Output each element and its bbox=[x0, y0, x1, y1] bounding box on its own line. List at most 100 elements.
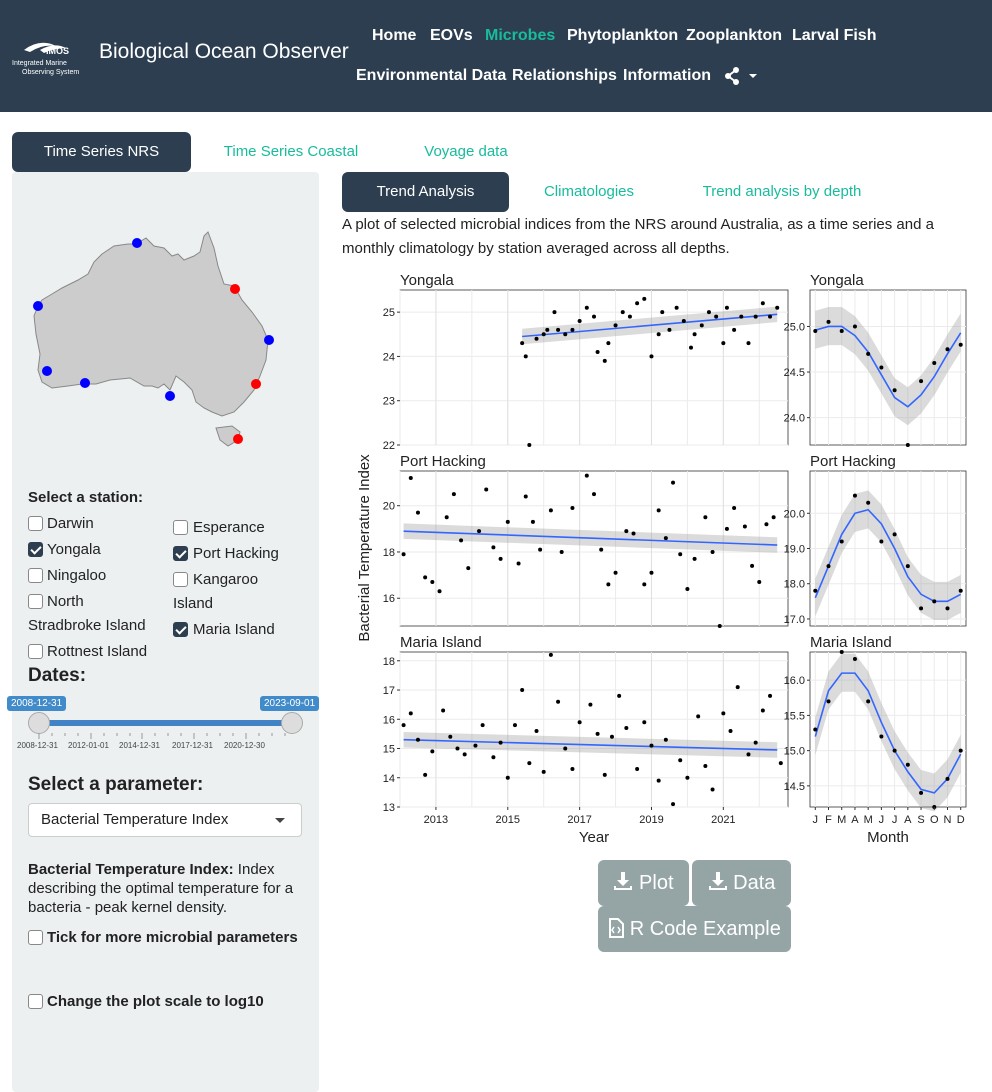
station-maria-island[interactable]: Maria Island bbox=[173, 618, 303, 642]
y-tick-label: 25 bbox=[383, 307, 395, 319]
data-point bbox=[606, 341, 611, 346]
date-slider-start-handle[interactable] bbox=[28, 712, 50, 734]
checkbox-darwin[interactable] bbox=[28, 516, 43, 531]
share-menu[interactable] bbox=[724, 66, 760, 86]
station-marker-port-hacking[interactable] bbox=[251, 379, 261, 389]
data-point bbox=[945, 606, 950, 611]
data-point bbox=[556, 327, 561, 332]
tab-climatologies[interactable]: Climatologies bbox=[530, 172, 648, 212]
data-point bbox=[919, 606, 924, 611]
slider-tick: 2017-12-31 bbox=[172, 741, 213, 750]
tab-trend-by-depth[interactable]: Trend analysis by depth bbox=[690, 172, 874, 212]
data-point bbox=[649, 354, 654, 359]
tab-trend-analysis[interactable]: Trend Analysis bbox=[342, 172, 509, 212]
date-slider-end-handle[interactable] bbox=[281, 712, 303, 734]
x-tick-label: O bbox=[930, 814, 939, 826]
station-marker-yongala[interactable] bbox=[230, 284, 240, 294]
data-point bbox=[826, 699, 831, 704]
brand-title[interactable]: Biological Ocean Observer bbox=[99, 40, 349, 64]
x-tick-label: D bbox=[957, 814, 965, 826]
data-point bbox=[696, 714, 701, 719]
station-name: Ningaloo bbox=[47, 567, 107, 584]
data-point bbox=[617, 693, 622, 698]
data-point bbox=[599, 547, 604, 552]
checkbox-more-parameters[interactable] bbox=[28, 930, 43, 945]
checkbox-log-scale[interactable] bbox=[28, 994, 43, 1009]
station-ningaloo[interactable]: Ningaloo bbox=[28, 564, 168, 588]
data-point bbox=[879, 539, 884, 544]
data-point bbox=[516, 561, 521, 566]
data-point bbox=[577, 319, 582, 323]
station-marker-maria-island[interactable] bbox=[233, 434, 243, 444]
station-marker-kangaroo-island[interactable] bbox=[165, 391, 175, 401]
parameter-select[interactable]: Bacterial Temperature Index bbox=[28, 803, 302, 837]
x-tick-label: 2021 bbox=[711, 814, 735, 826]
data-point bbox=[563, 332, 568, 337]
checkbox-maria-island[interactable] bbox=[173, 622, 188, 637]
checkbox-north-stradbroke[interactable] bbox=[28, 594, 43, 609]
data-point bbox=[609, 734, 614, 739]
nav-larval-fish[interactable]: Larval Fish bbox=[792, 27, 876, 45]
station-port-hacking[interactable]: Port Hacking bbox=[173, 542, 303, 566]
station-darwin[interactable]: Darwin bbox=[28, 512, 168, 536]
station-yongala[interactable]: Yongala bbox=[28, 538, 168, 562]
tab-time-series-nrs[interactable]: Time Series NRS bbox=[12, 132, 191, 172]
imos-logo[interactable]: IMOS Integrated Marine Observing System bbox=[10, 36, 94, 78]
nav-microbes[interactable]: Microbes bbox=[485, 27, 555, 45]
tab-voyage-data[interactable]: Voyage data bbox=[410, 132, 522, 172]
x-tick-label: 2019 bbox=[639, 814, 663, 826]
nav-information[interactable]: Information bbox=[623, 67, 711, 85]
more-parameters-toggle[interactable]: Tick for more microbial parameters bbox=[28, 926, 318, 950]
data-point bbox=[541, 332, 546, 337]
data-point bbox=[520, 341, 525, 346]
station-esperance[interactable]: Esperance bbox=[173, 516, 303, 540]
log-scale-toggle[interactable]: Change the plot scale to log10 bbox=[28, 990, 318, 1014]
nav-home[interactable]: Home bbox=[372, 27, 416, 45]
data-point bbox=[775, 305, 780, 310]
slider-tick: 2020-12-30 bbox=[224, 741, 265, 750]
download-data-button[interactable]: Data bbox=[692, 860, 791, 906]
station-marker-esperance[interactable] bbox=[80, 378, 90, 388]
station-marker-north-stradbroke[interactable] bbox=[264, 335, 274, 345]
data-point bbox=[523, 494, 528, 499]
date-slider-track[interactable] bbox=[38, 720, 292, 726]
data-point bbox=[945, 776, 950, 781]
station-rottnest[interactable]: Rottnest Island bbox=[28, 640, 168, 664]
data-point bbox=[852, 657, 857, 662]
data-point bbox=[663, 737, 668, 742]
tab-time-series-coastal[interactable]: Time Series Coastal bbox=[208, 132, 374, 172]
data-point bbox=[451, 492, 456, 497]
station-kangaroo-island[interactable]: Kangaroo Island bbox=[173, 568, 269, 616]
y-tick-label: 20 bbox=[383, 501, 395, 513]
checkbox-yongala[interactable] bbox=[28, 542, 43, 557]
station-north-stradbroke[interactable]: North Stradbroke Island bbox=[28, 590, 160, 638]
checkbox-ningaloo[interactable] bbox=[28, 568, 43, 583]
data-point bbox=[656, 778, 661, 783]
y-tick-label: 24.0 bbox=[784, 413, 805, 425]
checkbox-port-hacking[interactable] bbox=[173, 546, 188, 561]
r-code-example-button[interactable]: R Code Example bbox=[598, 906, 791, 952]
nav-eovs[interactable]: EOVs bbox=[430, 27, 473, 45]
parameter-selected-value: Bacterial Temperature Index bbox=[41, 811, 229, 828]
station-marker-darwin[interactable] bbox=[132, 238, 142, 248]
data-point bbox=[548, 652, 553, 657]
nav-zooplankton[interactable]: Zooplankton bbox=[686, 27, 782, 45]
data-point bbox=[892, 748, 897, 753]
data-point bbox=[556, 699, 561, 704]
data-point bbox=[595, 350, 600, 354]
checkbox-esperance[interactable] bbox=[173, 520, 188, 535]
station-marker-ningaloo[interactable] bbox=[33, 301, 43, 311]
data-point bbox=[732, 506, 737, 511]
checkbox-kangaroo-island[interactable] bbox=[173, 572, 188, 587]
nav-environmental-data[interactable]: Environmental Data bbox=[356, 67, 506, 85]
data-point bbox=[563, 746, 568, 751]
share-icon bbox=[725, 67, 757, 85]
nav-relationships[interactable]: Relationships bbox=[512, 67, 617, 85]
data-point bbox=[624, 529, 629, 534]
data-point bbox=[635, 301, 640, 306]
checkbox-rottnest[interactable] bbox=[28, 644, 43, 659]
nav-phytoplankton[interactable]: Phytoplankton bbox=[567, 27, 678, 45]
data-point bbox=[430, 580, 435, 585]
download-plot-button[interactable]: Plot bbox=[598, 860, 689, 906]
station-marker-rottnest[interactable] bbox=[42, 366, 52, 376]
